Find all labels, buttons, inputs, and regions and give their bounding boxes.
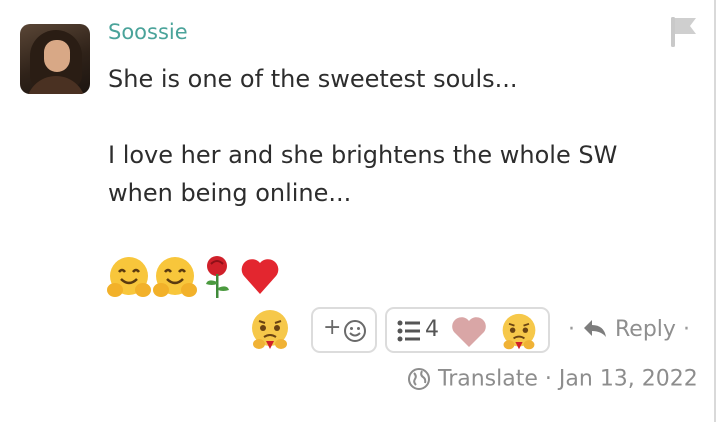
avatar[interactable]: [20, 24, 90, 94]
separator: ·: [544, 366, 552, 392]
rose-icon: [206, 256, 229, 298]
red-heart-icon: [241, 259, 279, 294]
flag-icon[interactable]: [668, 14, 702, 48]
comment-paragraph: She is one of the sweetest souls...: [108, 65, 518, 93]
avatar-face: [44, 40, 70, 72]
author-name[interactable]: Soossie: [108, 20, 188, 44]
face-holding-back-tears-icon: [502, 313, 536, 350]
right-divider: [714, 0, 716, 422]
hugging-face-icon: [153, 257, 197, 297]
list-icon: [397, 320, 420, 342]
translate-link[interactable]: Translate: [438, 367, 538, 392]
reaction-list-button[interactable]: 4: [385, 307, 550, 353]
face-holding-back-tears-icon[interactable]: [248, 307, 292, 353]
reply-link[interactable]: · Reply ·: [568, 317, 690, 342]
reply-label: Reply: [615, 317, 676, 342]
hugging-face-icon: [107, 257, 151, 297]
comment-body: She is one of the sweetest souls... I lo…: [108, 60, 688, 212]
smiley-icon: [344, 320, 366, 342]
reply-arrow-icon: [584, 320, 606, 337]
globe-icon[interactable]: [407, 367, 431, 391]
plus-label: +: [323, 315, 342, 340]
light-heart-icon: [452, 317, 486, 347]
comment-paragraph: I love her and she brightens the whole S…: [108, 141, 618, 207]
separator: ·: [568, 317, 575, 342]
add-reaction-button[interactable]: +: [311, 307, 377, 353]
reaction-bar: + 4 · Reply ·: [0, 307, 720, 357]
comment-meta: Translate · Jan 13, 2022: [407, 366, 698, 392]
reaction-count: 4: [425, 317, 439, 342]
comment-date: Jan 13, 2022: [558, 366, 698, 392]
separator: ·: [682, 317, 690, 342]
